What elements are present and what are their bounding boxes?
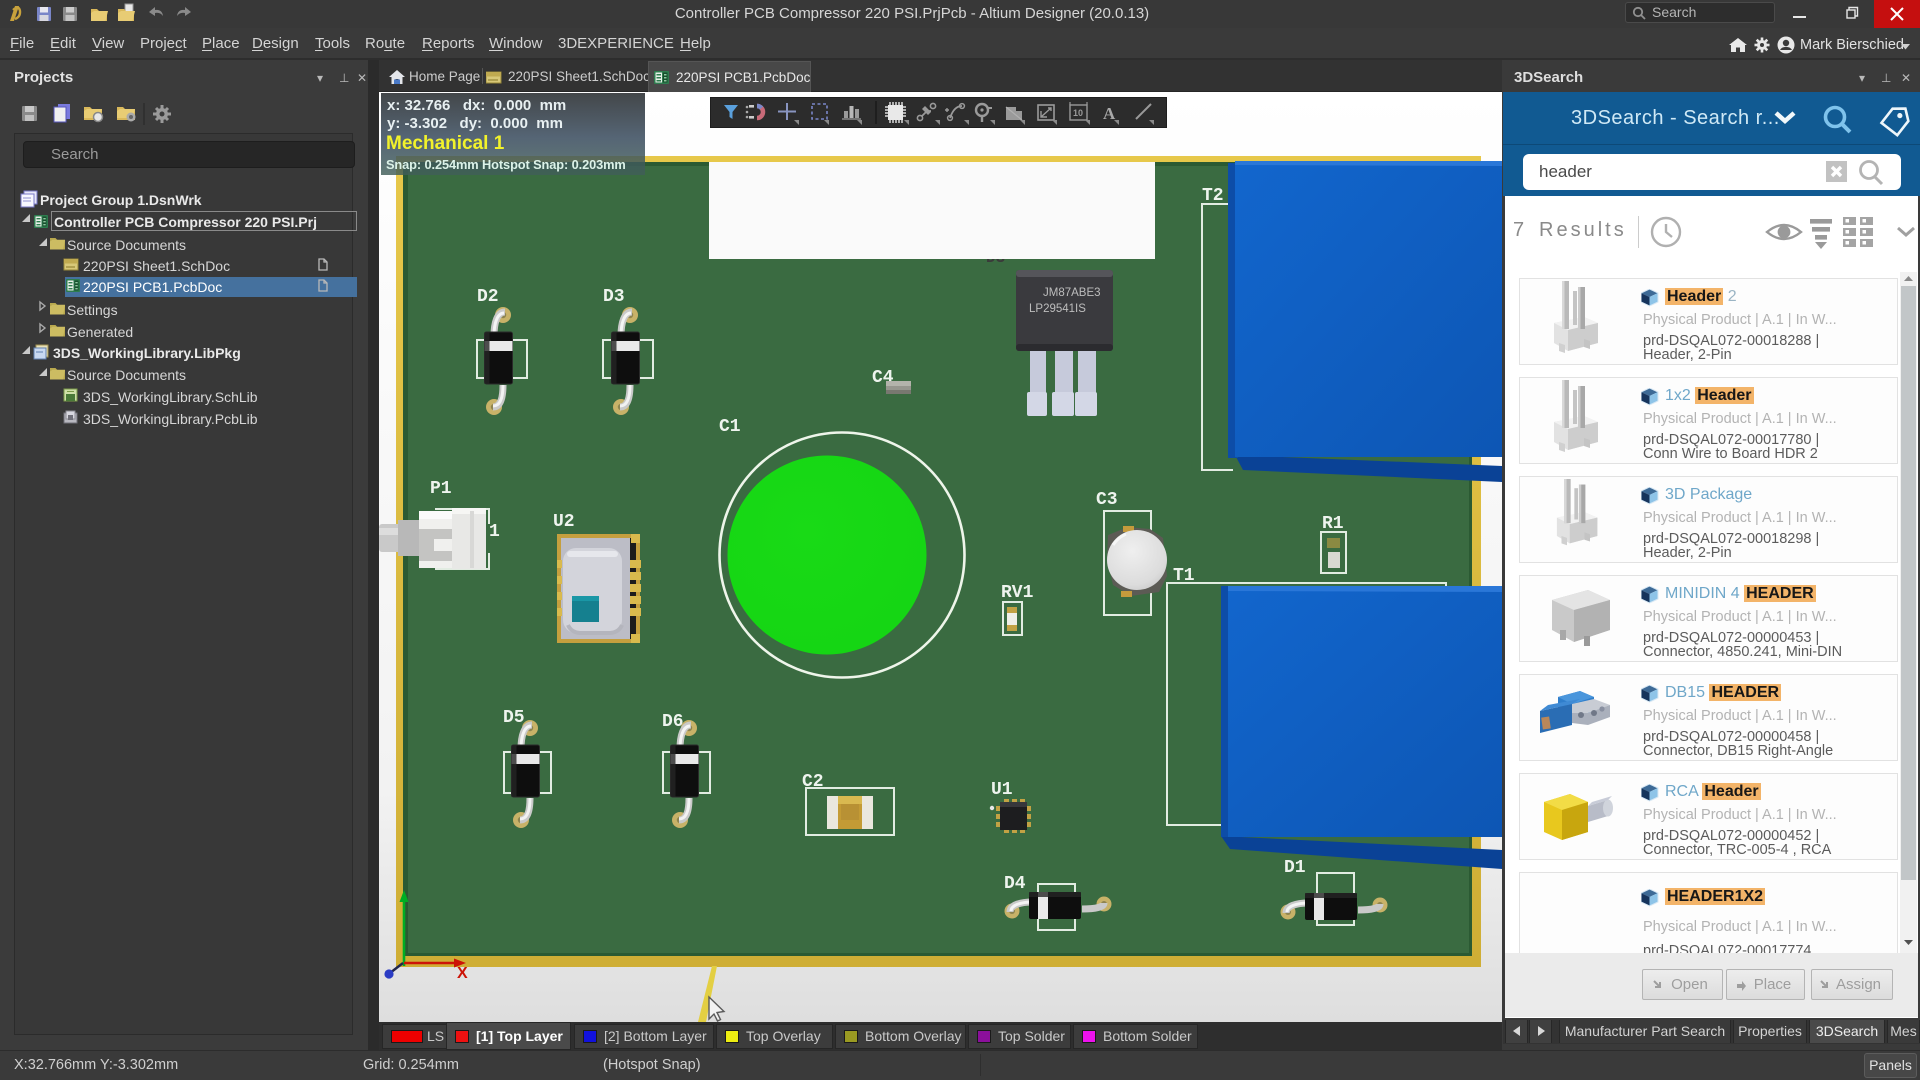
svg-text:1: 1 xyxy=(489,522,500,542)
svg-text:D1: D1 xyxy=(1284,858,1306,878)
svg-text:D5: D5 xyxy=(503,708,525,728)
svg-text:D3: D3 xyxy=(603,287,625,307)
svg-text:A: A xyxy=(1103,104,1116,123)
svg-text:X: X xyxy=(457,965,468,982)
svg-text:C3: C3 xyxy=(1096,490,1118,510)
svg-text:C1: C1 xyxy=(719,417,741,437)
svg-text:D2: D2 xyxy=(477,287,499,307)
svg-text:U1: U1 xyxy=(991,780,1013,800)
svg-text:D4: D4 xyxy=(1004,874,1026,894)
svg-text:LP29541IS: LP29541IS xyxy=(1029,303,1086,315)
svg-text:RV1: RV1 xyxy=(1001,583,1034,603)
svg-text:10: 10 xyxy=(1073,108,1083,118)
svg-text:P1: P1 xyxy=(430,479,452,499)
svg-text:JM87ABE3: JM87ABE3 xyxy=(1043,287,1101,299)
svg-text:U2: U2 xyxy=(553,512,575,532)
